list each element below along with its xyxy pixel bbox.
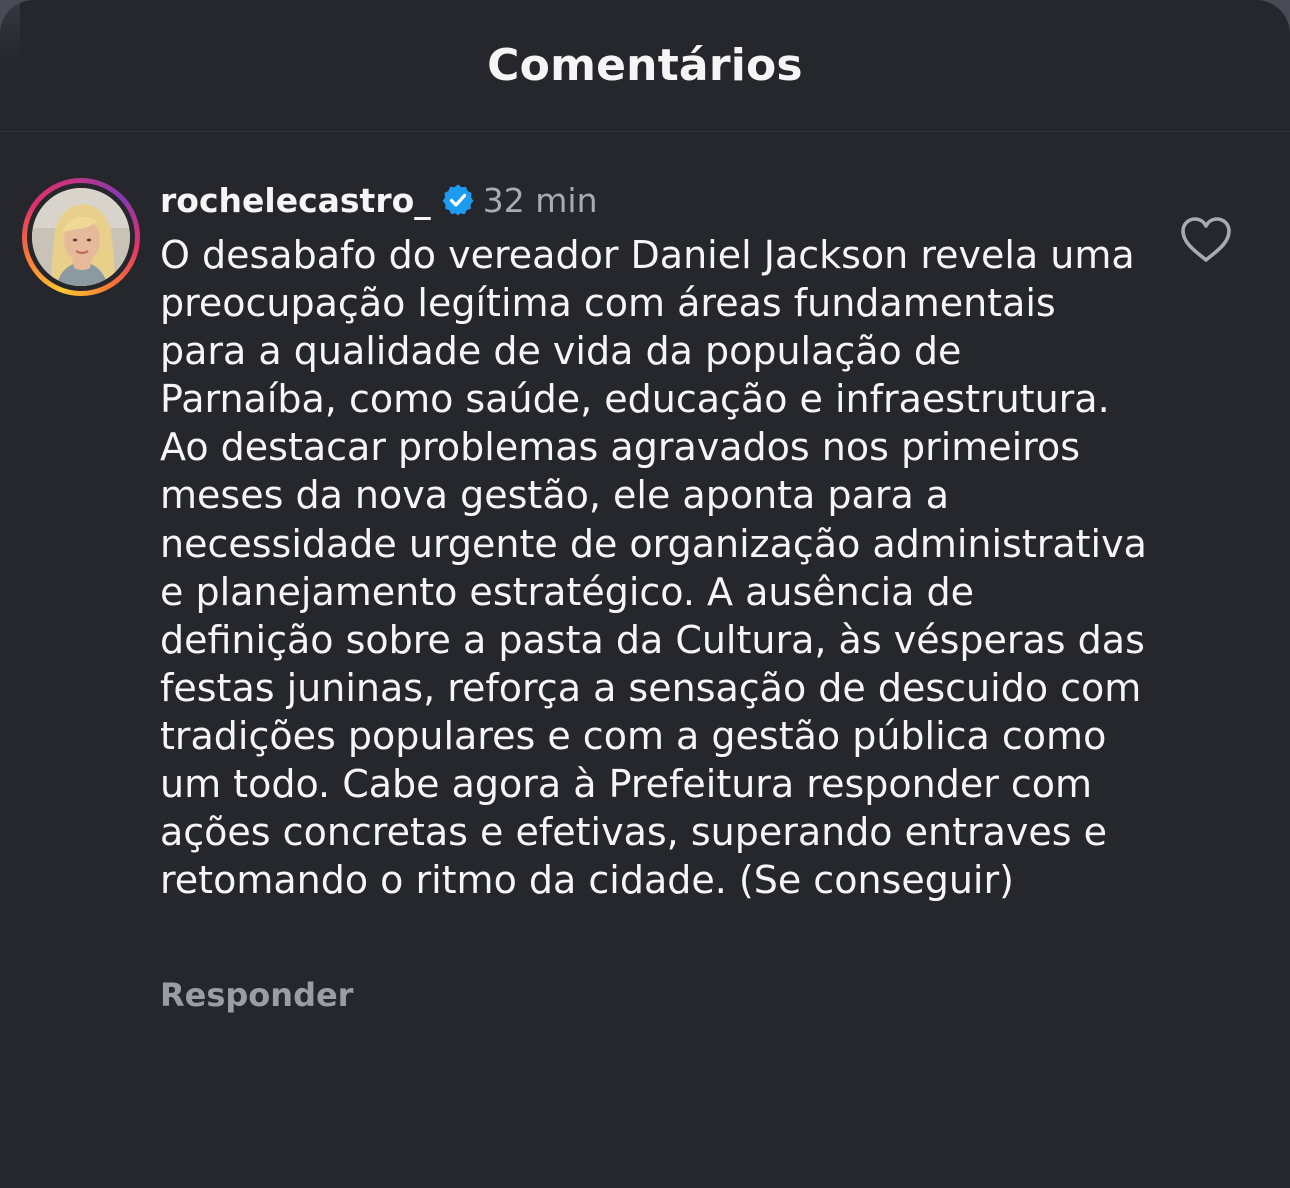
comments-sheet: Comentários rochelecastro_ 32 min O desa… [0, 0, 1290, 1188]
username[interactable]: rochelecastro_ [160, 181, 431, 220]
comment-timestamp: 32 min [482, 180, 598, 220]
comment-body: O desabafo do vereador Daniel Jackson re… [160, 233, 1147, 903]
avatar-photo [32, 188, 130, 286]
reply-button[interactable]: Responder [160, 976, 353, 1014]
story-ring[interactable] [22, 178, 140, 296]
verified-badge-icon [441, 183, 475, 217]
comments-header: Comentários [0, 0, 1290, 132]
comment-meta: rochelecastro_ 32 min [160, 178, 598, 222]
avatar[interactable] [32, 188, 130, 286]
heart-outline-icon [1181, 217, 1231, 262]
page-title: Comentários [487, 40, 803, 91]
like-button[interactable] [1180, 216, 1232, 264]
